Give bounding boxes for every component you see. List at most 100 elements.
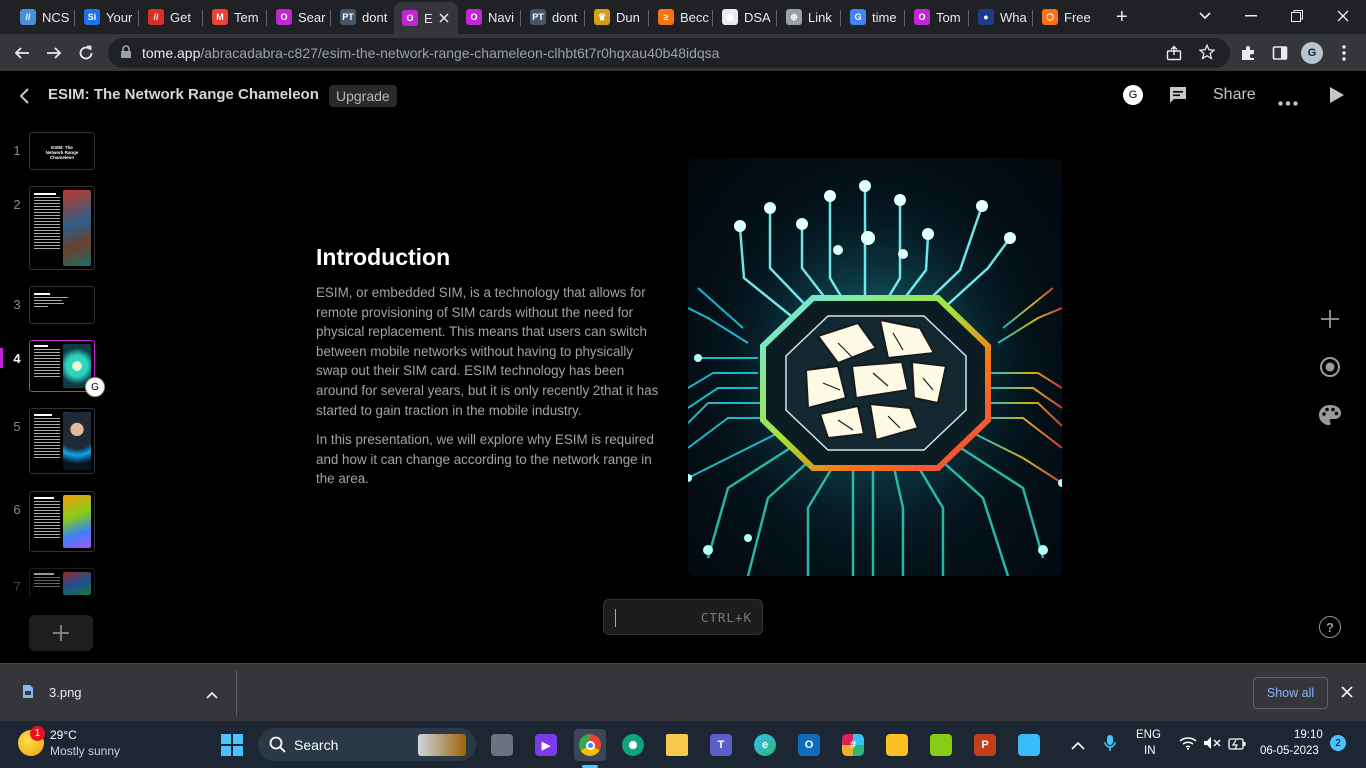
tab-favicon-icon: ● bbox=[978, 9, 994, 25]
tab-label: Link bbox=[808, 9, 832, 25]
start-windows-icon[interactable] bbox=[216, 729, 248, 761]
browser-tab[interactable]: PT dont bbox=[522, 4, 582, 30]
slide-thumbnail-2[interactable] bbox=[29, 186, 95, 270]
reload-icon[interactable] bbox=[74, 41, 98, 65]
extensions-puzzle-icon[interactable] bbox=[1236, 41, 1260, 65]
browser-menu-icon[interactable] bbox=[1332, 41, 1356, 65]
microphone-icon[interactable] bbox=[1104, 734, 1116, 757]
notification-badge[interactable]: 2 bbox=[1330, 735, 1346, 751]
share-button[interactable]: Share bbox=[1213, 86, 1256, 104]
slide-thumbnail-1[interactable]: ESIM: The Network Range Chameleon bbox=[29, 132, 95, 170]
chart-app-icon[interactable] bbox=[925, 729, 957, 761]
profile-avatar[interactable]: G bbox=[1300, 41, 1324, 65]
minimize-button[interactable] bbox=[1228, 0, 1274, 32]
wifi-icon[interactable] bbox=[1179, 736, 1197, 755]
bookmark-star-icon[interactable] bbox=[1198, 43, 1216, 63]
address-bar[interactable]: tome.app/abracadabra-c827/esim-the-netwo… bbox=[108, 38, 1230, 68]
browser-tab[interactable]: ≥ Becc bbox=[650, 4, 710, 30]
browser-tab[interactable]: // Get bbox=[140, 4, 200, 30]
chrome-icon[interactable] bbox=[574, 729, 606, 761]
document-title[interactable]: ESIM: The Network Range Chameleon bbox=[48, 86, 319, 103]
browser-tab[interactable]: ● Wha bbox=[970, 4, 1030, 30]
url-host: tome.app bbox=[142, 45, 201, 61]
battery-charging-icon[interactable] bbox=[1228, 737, 1246, 755]
volume-muted-icon[interactable] bbox=[1203, 736, 1221, 755]
task-view-icon[interactable] bbox=[486, 729, 518, 761]
restore-button[interactable] bbox=[1274, 0, 1320, 32]
record-icon[interactable] bbox=[1319, 356, 1341, 383]
show-all-downloads-button[interactable]: Show all bbox=[1253, 677, 1328, 709]
sim-chip-circuit-image[interactable] bbox=[688, 158, 1062, 576]
close-download-bar-icon[interactable] bbox=[1341, 685, 1353, 703]
powerpoint-icon[interactable]: P bbox=[969, 729, 1001, 761]
windows-taskbar: 1 29°C Mostly sunny Search ▶ ✺ T e O # P… bbox=[0, 721, 1366, 768]
weather-description[interactable]: Mostly sunny bbox=[50, 744, 120, 758]
help-button[interactable]: ? bbox=[1319, 616, 1341, 638]
theme-palette-icon[interactable] bbox=[1318, 404, 1342, 431]
new-tab-button[interactable]: + bbox=[1108, 4, 1132, 30]
chevron-up-icon[interactable] bbox=[206, 686, 218, 704]
outlook-icon[interactable]: O bbox=[793, 729, 825, 761]
show-hidden-icons-chevron[interactable] bbox=[1071, 737, 1085, 755]
command-bar-input[interactable]: CTRL+K bbox=[603, 599, 763, 635]
browser-tab[interactable]: O Tom bbox=[906, 4, 966, 30]
browser-tab[interactable]: // NCS bbox=[12, 4, 72, 30]
edge-icon[interactable]: e bbox=[749, 729, 781, 761]
share-page-icon[interactable] bbox=[1166, 45, 1182, 64]
language-code[interactable]: ENG bbox=[1136, 729, 1161, 741]
slide-thumbnail-5[interactable] bbox=[29, 408, 95, 474]
slide-thumbnail-6[interactable] bbox=[29, 491, 95, 552]
search-icon bbox=[269, 736, 286, 758]
slack-icon[interactable]: # bbox=[837, 729, 869, 761]
browser-tab[interactable]: O Navi bbox=[458, 4, 518, 30]
tab-search-chevron-icon[interactable] bbox=[1182, 0, 1228, 32]
slide-paragraph-2[interactable]: In this presentation, we will explore wh… bbox=[316, 430, 668, 489]
slide-heading[interactable]: Introduction bbox=[316, 244, 450, 271]
browser-tab[interactable]: Si Your bbox=[76, 4, 136, 30]
browser-tab[interactable]: ♛ Dun bbox=[586, 4, 646, 30]
browser-tab[interactable]: ◉ DSA bbox=[714, 4, 774, 30]
teams-icon[interactable]: T bbox=[705, 729, 737, 761]
browser-tab[interactable]: ⊕ Link bbox=[778, 4, 838, 30]
more-options-icon[interactable] bbox=[1278, 93, 1298, 111]
browser-tab[interactable]: M Tem bbox=[204, 4, 264, 30]
present-play-icon[interactable] bbox=[1329, 86, 1345, 109]
add-tile-plus-icon[interactable] bbox=[1320, 309, 1340, 334]
slide-thumbnail-7[interactable] bbox=[29, 568, 95, 598]
back-chevron-icon[interactable] bbox=[18, 87, 32, 110]
taskbar-search-box[interactable]: Search bbox=[258, 728, 476, 761]
comments-icon[interactable] bbox=[1168, 85, 1188, 110]
close-tab-icon[interactable] bbox=[439, 11, 449, 26]
side-panel-icon[interactable] bbox=[1268, 41, 1292, 65]
file-explorer-icon[interactable] bbox=[661, 729, 693, 761]
browser-tab[interactable]: OE bbox=[394, 2, 458, 34]
meet-camera-icon[interactable]: ▶ bbox=[530, 729, 562, 761]
clock-time[interactable]: 19:10 bbox=[1294, 729, 1323, 741]
close-window-button[interactable] bbox=[1320, 0, 1366, 32]
user-avatar[interactable]: G bbox=[1123, 85, 1143, 105]
browser-tab[interactable]: Gtime bbox=[842, 4, 902, 30]
add-slide-button[interactable] bbox=[29, 615, 93, 651]
clock-date[interactable]: 06-05-2023 bbox=[1260, 745, 1319, 757]
command-shortcut-hint: CTRL+K bbox=[700, 610, 752, 625]
lock-icon[interactable] bbox=[120, 45, 132, 62]
forward-icon[interactable] bbox=[42, 41, 66, 65]
tab-label: dont bbox=[552, 9, 578, 25]
upgrade-button[interactable]: Upgrade bbox=[329, 85, 397, 107]
back-icon[interactable] bbox=[10, 41, 34, 65]
notepad-icon[interactable] bbox=[1013, 729, 1045, 761]
language-region[interactable]: IN bbox=[1144, 745, 1156, 757]
browser-tab[interactable]: PT dont bbox=[332, 4, 392, 30]
slide-thumbnail-3[interactable] bbox=[29, 286, 95, 324]
tome-header: ESIM: The Network Range Chameleon Upgrad… bbox=[0, 72, 1366, 120]
browser-tab[interactable]: O Sear bbox=[268, 4, 328, 30]
sticky-notes-icon[interactable] bbox=[881, 729, 913, 761]
browser-tab[interactable]: ⬡ Free bbox=[1034, 4, 1094, 30]
chatgpt-icon[interactable]: ✺ bbox=[617, 729, 649, 761]
slide-paragraph-1[interactable]: ESIM, or embedded SIM, is a technology t… bbox=[316, 283, 668, 420]
tab-label: Free bbox=[1064, 9, 1091, 25]
download-item[interactable]: 3.png bbox=[0, 664, 236, 722]
tab-label: NCS bbox=[42, 9, 70, 25]
weather-temperature[interactable]: 29°C bbox=[50, 728, 77, 742]
tab-separator bbox=[330, 10, 331, 26]
